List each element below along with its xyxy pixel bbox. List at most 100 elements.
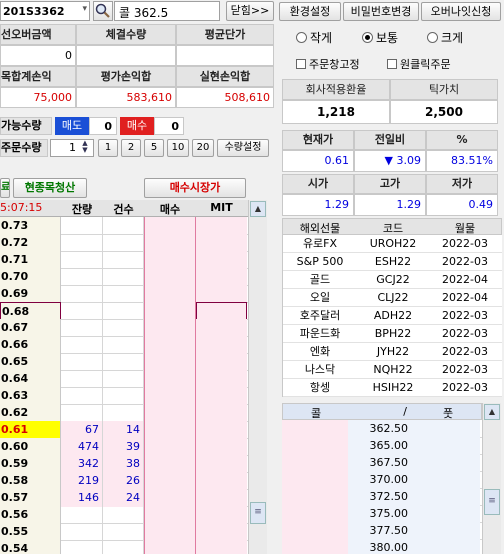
option-price-row[interactable]: 372.50 (282, 488, 482, 506)
ladder-row[interactable]: 0.54 (0, 540, 248, 554)
ladder-mit-cell[interactable] (196, 421, 247, 439)
ladder-mit-cell[interactable] (196, 540, 247, 554)
search-input[interactable]: 콜 362.5 (114, 1, 220, 21)
qty-setting-button[interactable]: 수량설정 (217, 139, 269, 157)
order-lock-checkbox[interactable]: 주문창고정 (296, 56, 360, 72)
env-settings-button[interactable]: 환경설정 (279, 2, 341, 21)
option-price-row[interactable]: 375.00 (282, 505, 482, 523)
option-put-cell[interactable] (414, 488, 480, 506)
option-call-cell[interactable] (282, 420, 348, 438)
futures-row[interactable]: 항셍 HSIH22 2022-03 (283, 379, 502, 397)
ladder-mit-cell[interactable] (196, 455, 247, 473)
quick-qty-20-button[interactable]: 20 (192, 139, 214, 157)
clear-position-button[interactable]: 현종목청산 (13, 178, 87, 198)
ladder-buy-cell[interactable] (144, 370, 196, 388)
ladder-buy-cell[interactable] (144, 319, 196, 337)
ladder-row[interactable]: 0.56 (0, 506, 248, 524)
market-buy-button[interactable]: 매수시장가 (144, 178, 246, 198)
ladder-buy-cell[interactable] (144, 336, 196, 354)
ladder-buy-cell[interactable] (144, 353, 196, 371)
ladder-mit-cell[interactable] (196, 217, 247, 235)
option-price-row[interactable]: 367.50 (282, 454, 482, 472)
close-panel-button[interactable]: 닫힘>> (226, 1, 274, 21)
option-put-cell[interactable] (414, 505, 480, 523)
ladder-mit-cell[interactable] (196, 353, 247, 371)
ladder-mit-cell[interactable] (196, 234, 247, 252)
ladder-row[interactable]: 0.55 (0, 523, 248, 541)
ladder-mit-cell[interactable] (196, 336, 247, 354)
ladder-row[interactable]: 0.62 (0, 404, 248, 422)
option-put-cell[interactable] (414, 420, 480, 438)
ladder-row[interactable]: 0.63 (0, 387, 248, 405)
option-price-list[interactable]: 362.50 365.00 367.50 370.00 372.50 375.00 377.… (282, 420, 482, 554)
ladder-row[interactable]: 0.58 219 26 (0, 472, 248, 490)
option-put-cell[interactable] (414, 522, 480, 540)
scroll-up-icon[interactable]: ▲ (250, 201, 266, 217)
ladder-buy-cell[interactable] (144, 523, 196, 541)
option-put-cell[interactable] (414, 437, 480, 455)
option-put-cell[interactable] (414, 471, 480, 489)
search-icon[interactable] (93, 1, 113, 21)
ladder-row[interactable]: 0.61 67 14 (0, 421, 248, 439)
ladder-mit-cell[interactable] (196, 302, 247, 320)
price-ladder[interactable]: 0.73 0.72 0.71 0.70 0.69 0.68 0.67 0.66 0.65 0.64… (0, 217, 248, 554)
ladder-mit-cell[interactable] (196, 472, 247, 490)
one-click-checkbox[interactable]: 원클릭주문 (387, 56, 451, 72)
ladder-mit-cell[interactable] (196, 285, 247, 303)
chevron-down-icon[interactable]: ▾ (82, 4, 87, 14)
ladder-row[interactable]: 0.70 (0, 268, 248, 286)
quick-qty-10-button[interactable]: 10 (167, 139, 189, 157)
symbol-combo[interactable]: 201S3362 ▾ (0, 1, 90, 21)
password-change-button[interactable]: 비밀번호변경 (343, 2, 419, 21)
ladder-row[interactable]: 0.71 (0, 251, 248, 269)
ladder-mit-cell[interactable] (196, 387, 247, 405)
ladder-buy-cell[interactable] (144, 302, 196, 320)
ladder-buy-cell[interactable] (144, 217, 196, 235)
futures-row[interactable]: 파운드화 BPH22 2022-03 (283, 325, 502, 343)
option-price-row[interactable]: 365.00 (282, 437, 482, 455)
ladder-row[interactable]: 0.57 146 24 (0, 489, 248, 507)
ladder-row[interactable]: 0.69 (0, 285, 248, 303)
ladder-mit-cell[interactable] (196, 319, 247, 337)
ladder-buy-cell[interactable] (144, 540, 196, 554)
option-call-cell[interactable] (282, 539, 348, 554)
ladder-mit-cell[interactable] (196, 438, 247, 456)
ladder-row[interactable]: 0.60 474 39 (0, 438, 248, 456)
option-call-cell[interactable] (282, 488, 348, 506)
ladder-mit-cell[interactable] (196, 268, 247, 286)
ladder-buy-cell[interactable] (144, 387, 196, 405)
scroll-up-icon[interactable]: ▲ (484, 404, 500, 420)
ladder-buy-cell[interactable] (144, 268, 196, 286)
option-put-cell[interactable] (414, 454, 480, 472)
ladder-buy-cell[interactable] (144, 234, 196, 252)
option-call-cell[interactable] (282, 505, 348, 523)
futures-row[interactable]: 오일 CLJ22 2022-04 (283, 289, 502, 307)
ladder-buy-cell[interactable] (144, 455, 196, 473)
ladder-row[interactable]: 0.66 (0, 336, 248, 354)
overnight-request-button[interactable]: 오버나잇신청 (421, 2, 501, 21)
futures-row[interactable]: 나스닥 NQH22 2022-03 (283, 361, 502, 379)
option-call-cell[interactable] (282, 437, 348, 455)
ladder-buy-cell[interactable] (144, 251, 196, 269)
ladder-row[interactable]: 0.64 (0, 370, 248, 388)
ladder-mit-cell[interactable] (196, 506, 247, 524)
options-scrollbar[interactable]: ▲ ≡ (482, 403, 501, 554)
ladder-mit-cell[interactable] (196, 523, 247, 541)
futures-row[interactable]: 골드 GCJ22 2022-04 (283, 271, 502, 289)
ladder-buy-cell[interactable] (144, 489, 196, 507)
option-call-cell[interactable] (282, 522, 348, 540)
size-small-radio[interactable]: 작게 (296, 29, 332, 46)
spinner-icon[interactable]: ▲ ▼ (78, 140, 92, 156)
close-left-button[interactable]: 료 (0, 178, 10, 198)
ladder-row[interactable]: 0.73 (0, 217, 248, 235)
option-call-cell[interactable] (282, 454, 348, 472)
ladder-buy-cell[interactable] (144, 438, 196, 456)
option-price-row[interactable]: 370.00 (282, 471, 482, 489)
option-price-row[interactable]: 362.50 (282, 420, 482, 438)
option-put-cell[interactable] (414, 539, 480, 554)
option-price-row[interactable]: 380.00 (282, 539, 482, 554)
futures-row[interactable]: S&P 500 ESH22 2022-03 (283, 253, 502, 271)
ladder-buy-cell[interactable] (144, 285, 196, 303)
scroll-thumb[interactable]: ≡ (484, 489, 500, 515)
option-call-cell[interactable] (282, 471, 348, 489)
